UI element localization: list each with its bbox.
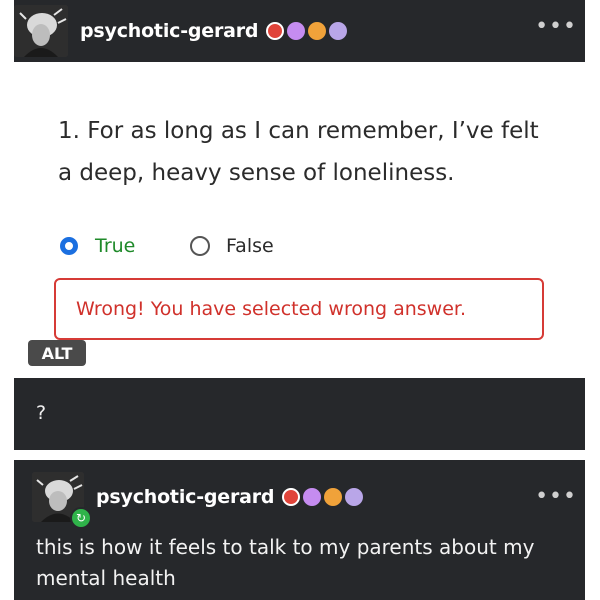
red-badge-icon[interactable] xyxy=(282,488,301,506)
reblog-icon: ↻ xyxy=(70,507,92,529)
purple-badge-icon[interactable] xyxy=(287,22,306,40)
avatar[interactable] xyxy=(14,5,68,57)
lavender-badge-icon[interactable] xyxy=(329,22,348,40)
quiz-question: 1. For as long as I can remember, I’ve f… xyxy=(58,118,539,186)
post-image[interactable]: 1. For as long as I can remember, I’ve f… xyxy=(14,62,585,378)
badge-group xyxy=(266,22,348,40)
username[interactable]: psychotic-gerard xyxy=(80,20,259,42)
reblog-section: psychotic-gerard ••• ↻ this is how it fe… xyxy=(14,460,585,600)
reblog-badge-group xyxy=(282,488,364,506)
wrong-answer-feedback: Wrong! You have selected wrong answer. xyxy=(54,278,544,340)
option-false[interactable]: False xyxy=(190,235,274,257)
lavender-badge-icon[interactable] xyxy=(345,488,364,506)
radio-unselected-icon[interactable] xyxy=(190,236,210,256)
option-false-label: False xyxy=(226,235,274,257)
reblog-text: this is how it feels to talk to my paren… xyxy=(36,535,535,590)
more-options-icon[interactable]: ••• xyxy=(535,16,577,38)
option-true-label: True xyxy=(95,235,136,257)
radio-selected-icon[interactable] xyxy=(60,237,78,255)
post-comment: ? xyxy=(14,378,585,450)
reblog-username[interactable]: psychotic-gerard xyxy=(96,486,275,508)
orange-badge-icon[interactable] xyxy=(308,22,327,40)
post-header: psychotic-gerard ••• xyxy=(14,0,585,62)
red-badge-icon[interactable] xyxy=(266,22,285,40)
reblog-header: psychotic-gerard ••• xyxy=(14,462,585,532)
option-true[interactable]: True xyxy=(60,235,135,257)
alt-text-button[interactable]: ALT xyxy=(28,340,86,366)
reblog-more-options-icon[interactable]: ••• xyxy=(535,486,577,508)
comment-text: ? xyxy=(36,402,47,424)
orange-badge-icon[interactable] xyxy=(324,488,343,506)
purple-badge-icon[interactable] xyxy=(303,488,322,506)
